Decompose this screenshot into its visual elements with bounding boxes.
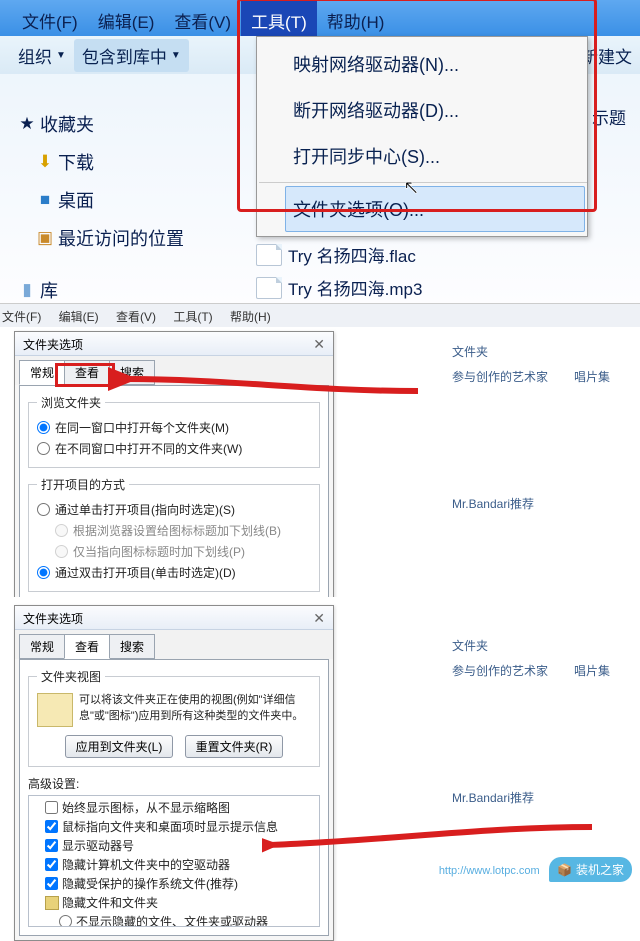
chevron-down-icon: ▼	[56, 50, 66, 61]
nav-recent[interactable]: ▣最近访问的位置	[14, 219, 224, 257]
tab-view-2[interactable]: 查看	[64, 634, 110, 659]
libraries-header[interactable]: ▮库	[14, 271, 224, 303]
underline-point[interactable]: 仅当指向图标标题时加下划线(P)	[37, 541, 311, 562]
file-mp3[interactable]: Try 名扬四海.mp3	[256, 271, 422, 303]
nav-desktop[interactable]: ■桌面	[14, 181, 224, 219]
menu-file[interactable]: 文件(F)	[12, 0, 88, 36]
folder-options-dialog-2: 文件夹选项 ✕ 常规 查看 搜索 文件夹视图 可以将该文件夹正在使用的视图(例如"…	[14, 605, 334, 941]
tools-dropdown: 映射网络驱动器(N)... 断开网络驱动器(D)... 打开同步中心(S)...…	[256, 36, 588, 237]
tree-item[interactable]: 不显示隐藏的文件、文件夹或驱动器	[31, 912, 317, 927]
tree-item[interactable]: 隐藏文件和文件夹	[31, 893, 317, 912]
reset-folders-button[interactable]: 重置文件夹(R)	[185, 735, 284, 758]
disconnect-network-drive[interactable]: 断开网络驱动器(D)...	[285, 87, 585, 133]
desktop-icon: ■	[32, 190, 58, 210]
tab-view[interactable]: 查看	[64, 360, 110, 385]
advanced-settings-label: 高级设置:	[28, 775, 320, 792]
map-network-drive[interactable]: 映射网络驱动器(N)...	[285, 41, 585, 87]
section-general: 文件(F) 编辑(E) 查看(V) 工具(T) 帮助(H) 文件夹 参与创作的艺…	[0, 303, 640, 597]
dialog-titlebar-2[interactable]: 文件夹选项 ✕	[15, 606, 333, 630]
library-icon: ▮	[14, 280, 40, 300]
favorites-header[interactable]: ★收藏夹	[14, 105, 224, 143]
dialog-title: 文件夹选项	[23, 336, 83, 351]
dialog-tabs-2: 常规 查看 搜索	[15, 630, 333, 659]
navigation-pane: ★收藏夹 ⬇下载 ■桌面 ▣最近访问的位置 ▮库	[14, 105, 224, 303]
include-in-library-button[interactable]: 包含到库中▼	[74, 39, 189, 72]
star-icon: ★	[14, 114, 40, 134]
close-icon[interactable]: ✕	[313, 610, 325, 625]
open-sync-center[interactable]: 打开同步中心(S)...	[285, 133, 585, 179]
browse-same-window[interactable]: 在同一窗口中打开每个文件夹(M)	[37, 417, 311, 438]
background-columns-2: 文件夹 参与创作的艺术家唱片集 Mr.Bandari推荐	[452, 637, 636, 806]
background-columns: 文件夹 参与创作的艺术家唱片集 Mr.Bandari推荐	[452, 343, 636, 512]
watermark: http://www.lotpc.com 📦 装机之家	[439, 857, 632, 882]
folder-options[interactable]: 文件夹选项(O)...	[285, 186, 585, 232]
close-icon[interactable]: ✕	[313, 336, 325, 351]
menu-edit[interactable]: 编辑(E)	[88, 0, 165, 36]
tab-general[interactable]: 常规	[19, 360, 65, 385]
tab-search-2[interactable]: 搜索	[109, 634, 155, 659]
organize-button[interactable]: 组织▼	[10, 39, 74, 72]
annotation-arrow	[108, 361, 428, 401]
watermark-brand: 📦 装机之家	[549, 857, 632, 882]
single-click[interactable]: 通过单击打开项目(指向时选定)(S)	[37, 499, 311, 520]
folder-views-icon	[37, 693, 73, 727]
recent-icon: ▣	[32, 228, 58, 248]
download-icon: ⬇	[32, 152, 58, 172]
browse-folders-group: 浏览文件夹 在同一窗口中打开每个文件夹(M) 在不同窗口中打开不同的文件夹(W)	[28, 394, 320, 468]
file-icon	[256, 244, 282, 266]
folder-views-group: 文件夹视图 可以将该文件夹正在使用的视图(例如"详细信息"或"图标")应用到所有…	[28, 668, 320, 767]
dialog-titlebar[interactable]: 文件夹选项 ✕	[15, 332, 333, 356]
apply-to-folders-button[interactable]: 应用到文件夹(L)	[65, 735, 174, 758]
menu-view[interactable]: 查看(V)	[164, 0, 241, 36]
explorer-menubar: 文件(F) 编辑(E) 查看(V) 工具(T) 帮助(H)	[0, 0, 640, 36]
double-click[interactable]: 通过双击打开项目(单击时选定)(D)	[37, 562, 311, 583]
file-icon	[256, 277, 282, 299]
menu-separator	[259, 182, 587, 183]
watermark-url: http://www.lotpc.com	[439, 865, 540, 877]
chevron-down-icon: ▼	[171, 50, 181, 61]
background-menubar: 文件(F) 编辑(E) 查看(V) 工具(T) 帮助(H)	[0, 303, 640, 327]
menu-help[interactable]: 帮助(H)	[317, 0, 395, 36]
dialog-title-2: 文件夹选项	[23, 610, 83, 625]
track-meta: Mr.Bandari推荐	[452, 495, 636, 512]
file-flac[interactable]: Try 名扬四海.flac	[256, 238, 422, 271]
folder-views-text: 可以将该文件夹正在使用的视图(例如"详细信息"或"图标")应用到所有这种类型的文…	[79, 691, 311, 729]
browse-new-window[interactable]: 在不同窗口中打开不同的文件夹(W)	[37, 438, 311, 459]
nav-downloads[interactable]: ⬇下载	[14, 143, 224, 181]
section-view: . 文件夹 参与创作的艺术家唱片集 Mr.Bandari推荐 文件夹选项✕ 常规…	[0, 597, 640, 888]
explorer-window: 文件(F) 编辑(E) 查看(V) 工具(T) 帮助(H) 组织▼ 包含到库中▼…	[0, 0, 640, 303]
folder-icon	[45, 896, 59, 910]
dialog-body-view: 文件夹视图 可以将该文件夹正在使用的视图(例如"详细信息"或"图标")应用到所有…	[19, 659, 329, 936]
cursor-icon: ↖	[403, 175, 420, 200]
tree-item[interactable]: 隐藏受保护的操作系统文件(推荐)	[31, 874, 317, 893]
menu-tools[interactable]: 工具(T)	[241, 0, 317, 36]
tab-general-2[interactable]: 常规	[19, 634, 65, 659]
show-topic-label: 示题	[592, 104, 626, 129]
click-items-group: 打开项目的方式 通过单击打开项目(指向时选定)(S) 根据浏览器设置给图标标题加…	[28, 476, 320, 592]
underline-browser[interactable]: 根据浏览器设置给图标标题加下划线(B)	[37, 520, 311, 541]
track-meta-2: Mr.Bandari推荐	[452, 789, 636, 806]
